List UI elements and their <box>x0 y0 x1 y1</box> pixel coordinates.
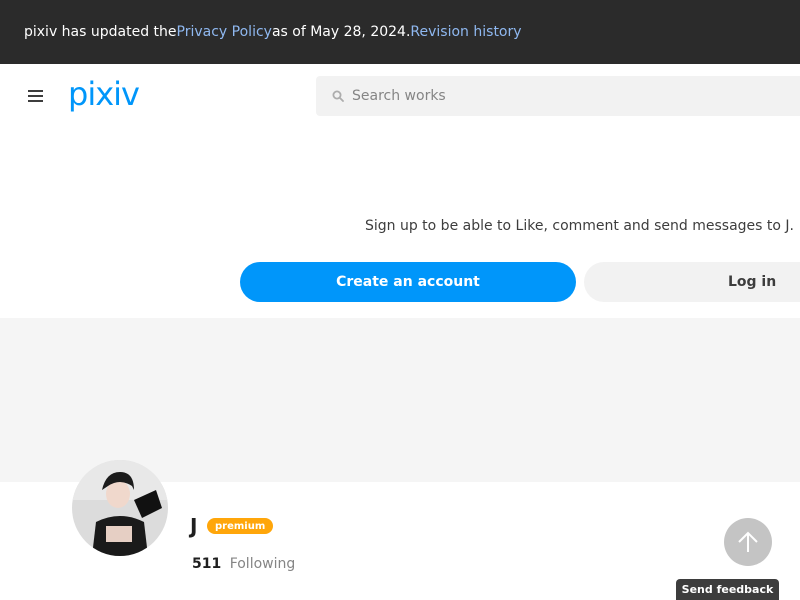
logo-text: pixiv <box>68 78 139 113</box>
premium-badge: premium <box>207 518 274 534</box>
pixiv-logo[interactable]: pixiv <box>66 75 154 114</box>
privacy-policy-link[interactable]: Privacy Policy <box>177 24 272 40</box>
send-feedback-button[interactable]: Send feedback <box>676 579 779 600</box>
policy-notice-bar: pixiv has updated the Privacy Policy as … <box>0 0 800 64</box>
profile-cover <box>0 318 800 482</box>
search-bar[interactable] <box>316 76 800 116</box>
following-stat[interactable]: 511 Following <box>192 556 295 572</box>
login-button[interactable]: Log in <box>584 262 800 302</box>
signup-prompt: Sign up to be able to Like, comment and … <box>364 218 794 234</box>
header: pixiv <box>0 64 800 128</box>
following-count: 511 <box>192 556 222 572</box>
create-account-button[interactable]: Create an account <box>240 262 576 302</box>
following-label: Following <box>229 556 296 572</box>
notice-text-prefix: pixiv has updated the <box>24 24 177 40</box>
revision-history-link[interactable]: Revision history <box>410 24 521 40</box>
arrow-up-icon <box>738 531 758 552</box>
scroll-to-top-button[interactable] <box>724 518 772 566</box>
notice-text-middle: as of May 28, 2024. <box>271 24 411 40</box>
user-name[interactable]: J <box>190 514 197 538</box>
search-icon <box>332 90 344 102</box>
avatar[interactable] <box>72 460 168 556</box>
hamburger-menu-icon[interactable] <box>26 86 46 106</box>
search-input[interactable] <box>352 88 772 104</box>
